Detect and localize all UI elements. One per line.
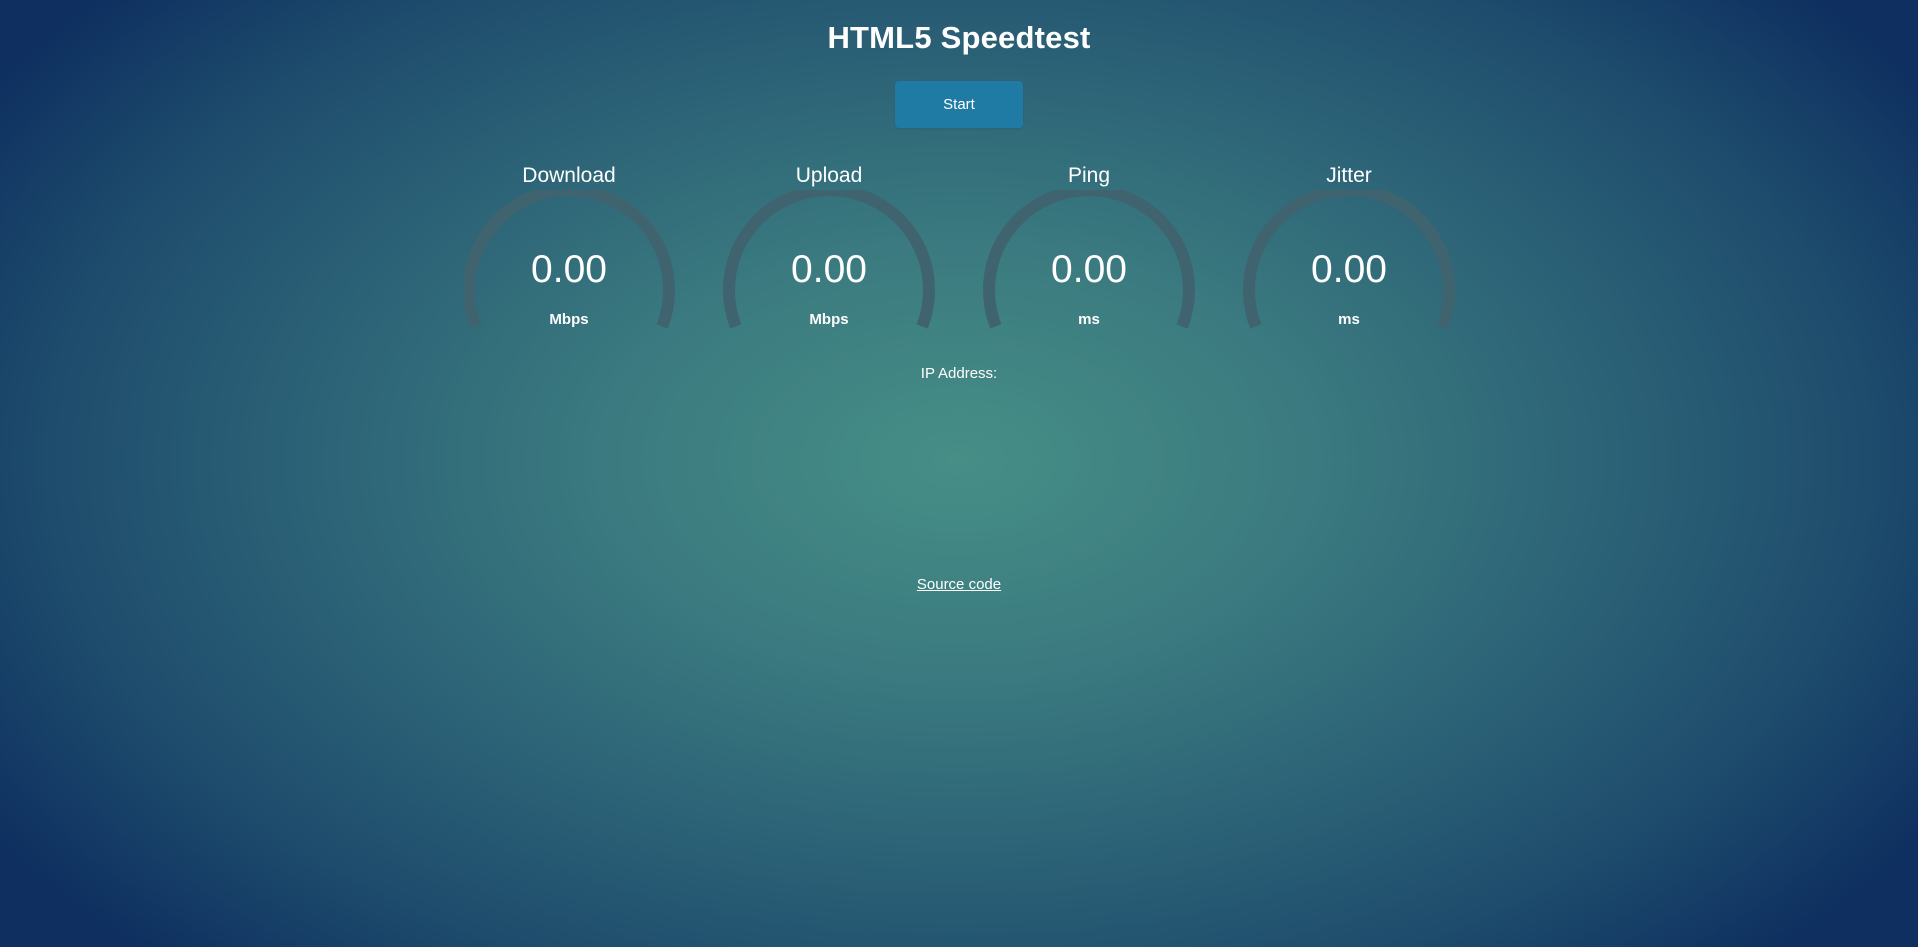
page-title: HTML5 Speedtest — [827, 20, 1091, 55]
ping-unit: ms — [1078, 311, 1100, 328]
upload-label: Upload — [795, 164, 863, 187]
jitter-label: Jitter — [1326, 164, 1372, 187]
start-button[interactable]: Start — [895, 81, 1023, 128]
source-code-row: Source code — [0, 576, 1918, 593]
jitter-meter: Jitter 0.00 ms — [1239, 160, 1459, 340]
ping-value: 0.00 — [1051, 248, 1127, 291]
ping-label: Ping — [1067, 164, 1111, 187]
download-label: Download — [522, 164, 616, 187]
upload-unit: Mbps — [809, 311, 849, 328]
download-unit: Mbps — [549, 311, 589, 328]
jitter-unit: ms — [1338, 311, 1360, 328]
download-meter: Download 0.00 Mbps — [459, 160, 679, 340]
download-value: 0.00 — [531, 248, 607, 291]
ping-meter: Ping 0.00 ms — [979, 160, 1199, 340]
ip-address: IP Address: — [0, 365, 1918, 382]
upload-meter: Upload 0.00 Mbps — [719, 160, 939, 340]
source-code-link[interactable]: Source code — [917, 576, 1001, 593]
jitter-value: 0.00 — [1311, 248, 1387, 291]
upload-value: 0.00 — [791, 248, 867, 291]
ip-address-label: IP Address: — [920, 365, 998, 382]
